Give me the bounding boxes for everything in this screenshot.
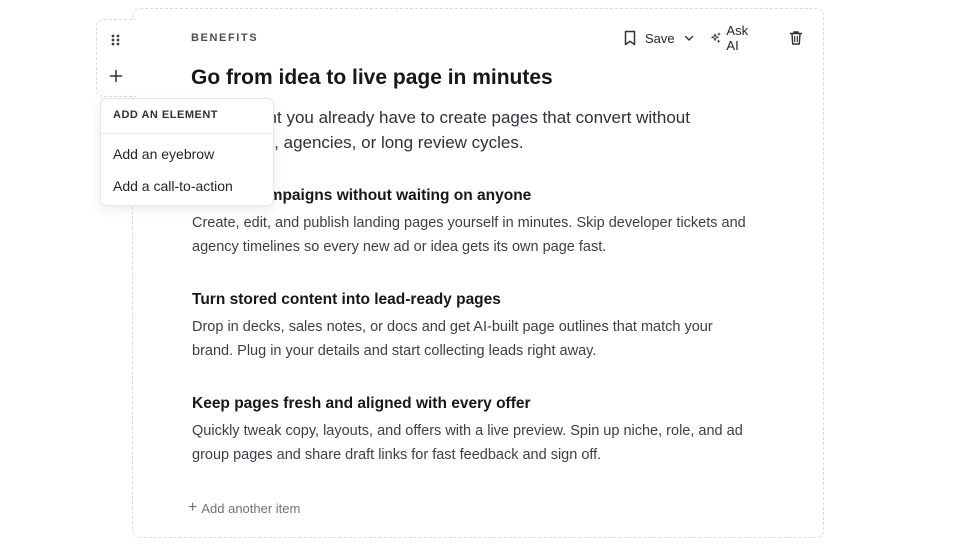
benefit-heading: Launch campaigns without waiting on anyo… — [192, 187, 532, 204]
benefit-heading: Turn stored content into lead-ready page… — [192, 291, 501, 308]
menu-item-add-cta[interactable]: Add a call-to-action — [101, 170, 273, 202]
chevron-down-icon[interactable] — [684, 33, 694, 43]
benefit-item: Keep pages fresh and aligned with every … — [192, 393, 752, 467]
benefit-item: Turn stored content into lead-ready page… — [192, 289, 752, 363]
add-another-item-button[interactable]: + Add another item — [188, 500, 300, 516]
block-title: Go from idea to live page in minutes — [191, 66, 553, 89]
plus-icon: + — [188, 499, 198, 516]
benefit-heading: Keep pages fresh and aligned with every … — [192, 395, 531, 412]
sparkles-icon — [711, 32, 721, 43]
ask-ai-label: Ask AI — [726, 23, 749, 53]
block-lead-text: Use content you already have to create p… — [191, 108, 690, 152]
menu-item-add-eyebrow[interactable]: Add an eyebrow — [101, 138, 273, 170]
drag-handle-icon[interactable] — [111, 34, 121, 46]
add-element-menu: ADD AN ELEMENT Add an eyebrow Add a call… — [100, 98, 274, 206]
menu-header: ADD AN ELEMENT — [101, 99, 273, 134]
benefit-item: Launch campaigns without waiting on anyo… — [192, 185, 752, 259]
bookmark-icon — [624, 30, 636, 46]
benefit-body: Create, edit, and publish landing pages … — [192, 215, 746, 255]
benefit-body: Drop in decks, sales notes, or docs and … — [192, 319, 713, 359]
plus-icon[interactable] — [108, 68, 124, 84]
ask-ai-button[interactable]: Ask AI — [710, 23, 753, 53]
trash-icon — [789, 31, 803, 45]
save-label: Save — [645, 30, 675, 46]
save-button[interactable]: Save — [622, 28, 694, 48]
delete-button[interactable] — [789, 30, 803, 46]
add-item-label: Add another item — [201, 500, 301, 516]
eyebrow: BENEFITS — [191, 32, 259, 44]
benefit-body: Quickly tweak copy, layouts, and offers … — [192, 423, 743, 463]
block-handle-tab — [96, 19, 136, 97]
